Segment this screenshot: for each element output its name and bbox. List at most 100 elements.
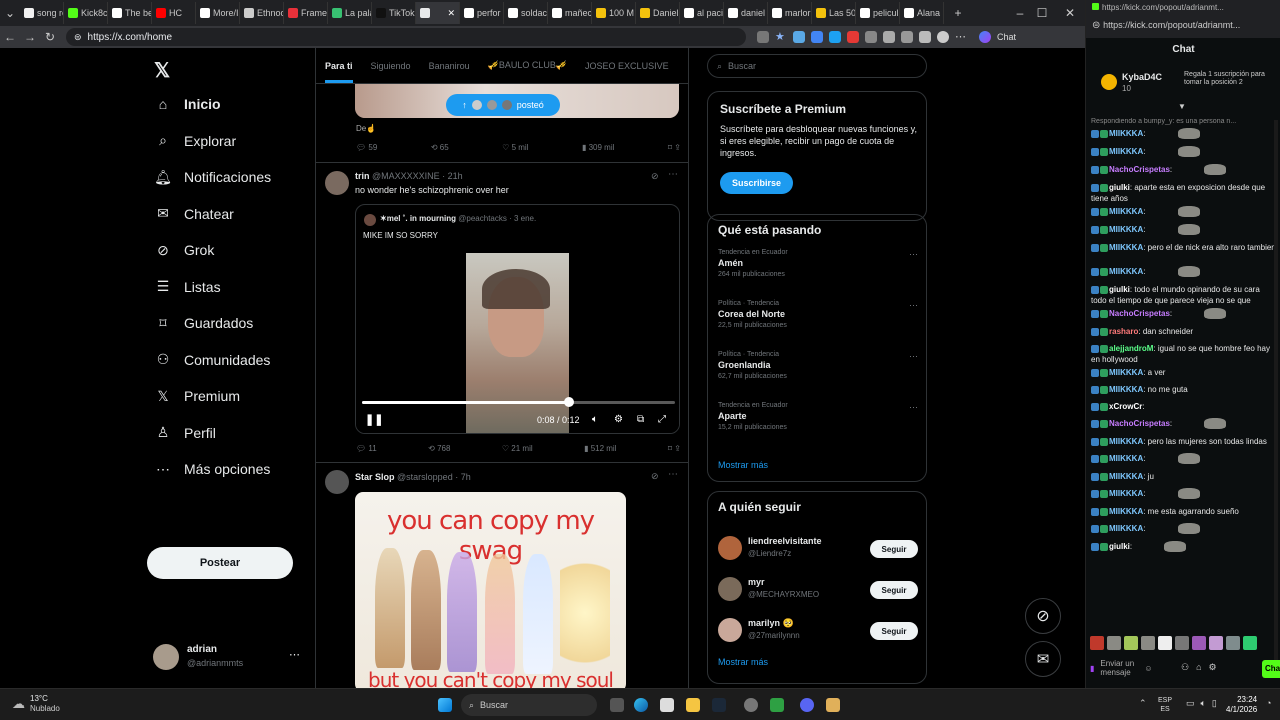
browser-tab[interactable]: soldac [504, 2, 548, 24]
follow-button[interactable]: Seguir [870, 622, 918, 640]
chat-message[interactable]: MIIKKKA: [1091, 146, 1276, 158]
chat-scrollbar[interactable] [1274, 120, 1278, 660]
nav-item-más-opciones[interactable]: ⋯ Más opciones [154, 460, 270, 478]
chat-message[interactable]: MIIKKKA: me esta agarrando sueño [1091, 506, 1276, 517]
posted-pill[interactable]: ↑ posteó [446, 94, 560, 116]
like-button[interactable]: ♡ 21 mil [502, 444, 533, 453]
chat-message[interactable]: xCrowCr: [1091, 401, 1276, 412]
language-indicator[interactable]: ESP ES [1158, 696, 1172, 714]
more-icon[interactable]: ⋯ [668, 469, 678, 480]
new-tab-icon[interactable]: + [948, 6, 968, 20]
extension-icon[interactable] [901, 31, 913, 43]
emote-icon[interactable] [1209, 636, 1223, 650]
more-icon[interactable]: ⋯ [909, 402, 918, 413]
chat-message[interactable]: MIIKKKA: [1091, 523, 1276, 535]
site-info-icon[interactable]: ⊜ [74, 32, 82, 43]
windows-start-icon[interactable] [438, 698, 452, 712]
chat-message[interactable]: NachoCrispetas: [1091, 164, 1276, 176]
post-button[interactable]: Postear [147, 547, 293, 579]
more-icon[interactable]: ⋯ [909, 249, 918, 260]
avatar[interactable] [325, 171, 349, 195]
quote-tweet[interactable]: ✶mel ˚. in mourning @peachtacks · 3 ene.… [355, 204, 680, 434]
chat-message[interactable]: MIIKKKA: no me guta [1091, 384, 1276, 395]
store-icon[interactable] [660, 698, 674, 712]
follow-button[interactable]: Seguir [870, 581, 918, 599]
browser-tab[interactable]: HC [152, 2, 196, 24]
chat-username[interactable]: MIIKKKA [1109, 147, 1143, 156]
chat-username[interactable]: MIIKKKA [1109, 368, 1143, 377]
browser-tab[interactable]: The be [108, 2, 152, 24]
nav-item-perfil[interactable]: ♙ Perfil [154, 424, 216, 442]
browser-tab[interactable]: song re [20, 2, 64, 24]
repost-button[interactable]: ⟲ 768 [428, 444, 450, 453]
app-icon[interactable] [770, 698, 784, 712]
browser-tab[interactable]: TikTok [372, 2, 416, 24]
like-button[interactable]: ♡ 5 mil [502, 143, 528, 152]
more-icon[interactable]: ⋯ [909, 351, 918, 362]
chat-message[interactable]: giulki: aparte esta en exposicion desde … [1091, 182, 1276, 204]
mic-icon[interactable]: ▮ [1090, 664, 1094, 673]
maximize-icon[interactable]: ☐ [1032, 6, 1052, 20]
chat-message[interactable]: MIIKKKA: [1091, 488, 1276, 500]
pip-icon[interactable]: ⧉ [637, 414, 644, 425]
forward-icon[interactable]: → [20, 30, 40, 44]
x-logo-icon[interactable]: 𝕏 [154, 58, 170, 83]
chat-message[interactable]: giulki: todo el mundo opinando de su car… [1091, 284, 1276, 306]
search-input[interactable]: ⌕ Buscar [707, 54, 927, 78]
chat-username[interactable]: MIIKKKA [1109, 385, 1143, 394]
more-icon[interactable]: ⋯ [289, 648, 300, 661]
browser-tab[interactable]: perfor [460, 2, 504, 24]
chat-message[interactable]: MIIKKKA: [1091, 453, 1276, 465]
trend-item[interactable]: Política · Tendencia Corea del Norte 22,5 … [718, 300, 918, 329]
nav-item-comunidades[interactable]: ⚇ Comunidades [154, 351, 271, 369]
reply-button[interactable]: 💬︎ 11 [356, 444, 377, 453]
author-handle[interactable]: @MAXXXXXINE · 21h [372, 171, 463, 181]
emote-icon[interactable] [1124, 636, 1138, 650]
browser-tab[interactable]: marlor [768, 2, 812, 24]
chat-button[interactable]: Chat [976, 31, 1016, 43]
views-button[interactable]: ▮ 309 mil [582, 143, 614, 152]
task-view-icon[interactable] [610, 698, 624, 712]
more-icon[interactable]: ⋯ [909, 300, 918, 311]
back-icon[interactable]: ← [0, 30, 20, 44]
trend-item[interactable]: Política · Tendencia Groenlandia 62,7 mil … [718, 351, 918, 380]
chat-message[interactable]: MIIKKKA: a ver [1091, 367, 1276, 378]
store-icon[interactable]: ⌂ [1196, 662, 1201, 673]
show-more-link[interactable]: Mostrar más [718, 460, 768, 470]
chat-username[interactable]: MIIKKKA [1109, 437, 1143, 446]
chat-username[interactable]: rasharo [1109, 327, 1138, 336]
users-icon[interactable]: ⚇ [1181, 662, 1189, 673]
grok-icon[interactable]: ⊘ [651, 171, 659, 182]
star-icon[interactable]: ★ [775, 31, 787, 43]
pause-icon[interactable]: ❚❚ [365, 413, 383, 426]
follow-suggestion[interactable]: marilyn 🥺 @27marilynnn Seguir [708, 616, 928, 646]
emote-icon[interactable] [1243, 636, 1257, 650]
extension-icon[interactable] [793, 31, 805, 43]
video-progress-track[interactable] [362, 401, 675, 404]
send-chat-button[interactable]: Chat [1262, 660, 1280, 678]
emote-icon[interactable] [1192, 636, 1206, 650]
subscribe-button[interactable]: Suscribirse [720, 172, 793, 194]
bookmark-and-share[interactable]: ⌑ ⇪ [668, 444, 681, 453]
chat-username[interactable]: giulki [1109, 183, 1130, 192]
extension-icon[interactable] [919, 31, 931, 43]
browser-tab[interactable]: ✕ [416, 2, 460, 24]
edge-icon[interactable] [634, 698, 648, 712]
extension-icon[interactable] [757, 31, 769, 43]
grok-icon[interactable]: ⊘ [651, 471, 659, 482]
avatar[interactable] [325, 470, 349, 494]
emote-icon[interactable] [1226, 636, 1240, 650]
chat-message[interactable]: MIIKKKA: [1091, 206, 1276, 218]
chat-username[interactable]: MIIKKKA [1109, 207, 1143, 216]
taskbar-search[interactable]: ⌕ Buscar [461, 694, 597, 716]
grok-float-button[interactable]: ⊘ [1025, 598, 1061, 634]
emote-icon[interactable] [1090, 636, 1104, 650]
tray-chevron-icon[interactable]: ⌃ [1139, 698, 1147, 709]
browser-tab[interactable]: daniel [724, 2, 768, 24]
system-tray-icons[interactable]: ▭ 🔈︎ ▯ [1186, 698, 1217, 709]
author-handle[interactable]: @starslopped · 7h [397, 472, 471, 482]
chat-username[interactable]: MIIKKKA [1109, 454, 1143, 463]
chat-username[interactable]: MIIKKKA [1109, 225, 1143, 234]
feed-tab[interactable]: Bananirou [429, 61, 470, 71]
clock[interactable]: 23:24 4/1/2026 [1226, 695, 1257, 715]
